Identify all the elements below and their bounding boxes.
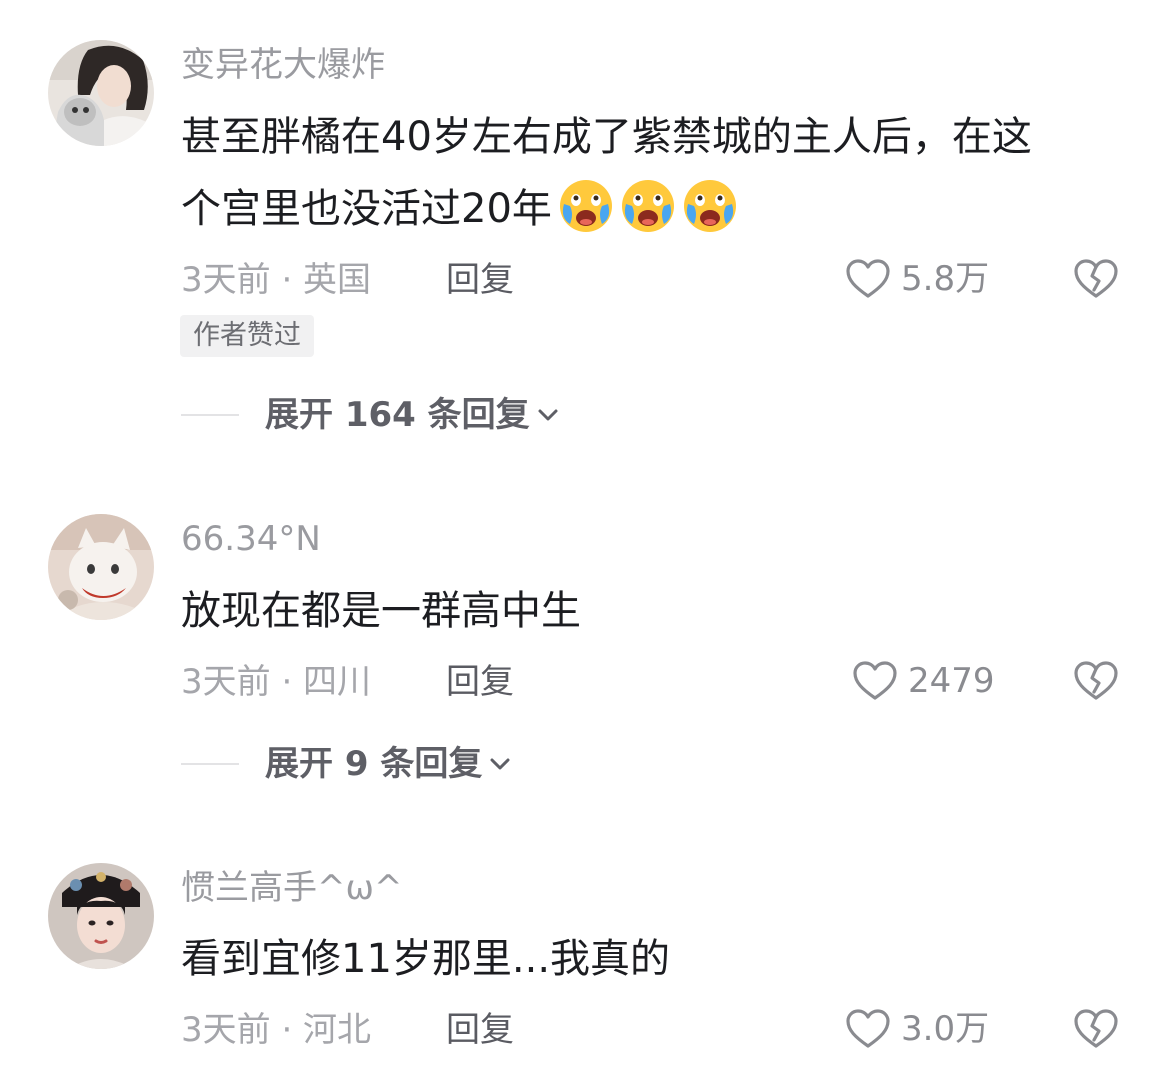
heart-outline-icon [853,661,897,700]
comment-time-location: 3天前 · 河北 [181,1010,372,1050]
comment-text-line-1: 放现在都是一群高中生 [181,588,581,634]
expand-replies-label: 展开 164 条回复 [265,395,530,435]
broken-heart-icon[interactable] [1073,1006,1119,1052]
avatar[interactable] [48,514,154,620]
comment-time-location: 3天前 · 英国 [181,260,372,300]
divider [181,414,239,416]
like-count: 2479 [908,661,995,701]
comment-text-line-1: 看到宜修11岁那里...我真的 [181,936,671,982]
reply-button[interactable]: 回复 [446,1010,514,1050]
broken-heart-icon[interactable] [1073,256,1119,302]
divider [181,763,239,765]
avatar-image [48,514,154,620]
comment-username[interactable]: 变异花大爆炸 [181,45,385,85]
like-button[interactable]: 5.8万 [845,256,989,302]
reply-button[interactable]: 回复 [446,662,514,702]
broken-heart-icon[interactable] [1073,658,1119,704]
crying-face-emoji-icon [558,178,614,234]
reply-button[interactable]: 回复 [446,260,514,300]
like-button[interactable]: 2479 [852,658,995,704]
like-count: 3.0万 [901,1009,990,1049]
comment-username[interactable]: 66.34°N [181,519,321,559]
author-liked-badge: 作者赞过 [180,315,314,357]
heart-outline-icon [846,1009,890,1048]
like-count: 5.8万 [901,259,990,299]
crying-face-emoji-icon [620,178,676,234]
comment-time-location: 3天前 · 四川 [181,662,372,702]
like-button[interactable]: 3.0万 [845,1006,989,1052]
crying-face-emoji-icon [682,178,738,234]
avatar-image [48,863,154,969]
comment-text-line-1: 甚至胖橘在40岁左右成了紫禁城的主人后，在这 [181,114,1032,160]
expand-replies-button[interactable]: 展开 164 条回复 [181,395,560,435]
expand-replies-label: 展开 9 条回复 [265,744,483,784]
expand-replies-button[interactable]: 展开 9 条回复 [181,744,512,784]
comment-text-line-2: 个宫里也没活过20年 [181,176,1131,242]
chevron-down-icon [490,758,510,770]
comment-username[interactable]: 惯兰高手^ω^ [181,868,402,908]
avatar-image [48,40,154,146]
heart-outline-icon [846,259,890,298]
avatar[interactable] [48,40,154,146]
avatar[interactable] [48,863,154,969]
comment-text-line-2-text: 个宫里也没活过20年 [181,186,552,232]
chevron-down-icon [538,409,558,421]
